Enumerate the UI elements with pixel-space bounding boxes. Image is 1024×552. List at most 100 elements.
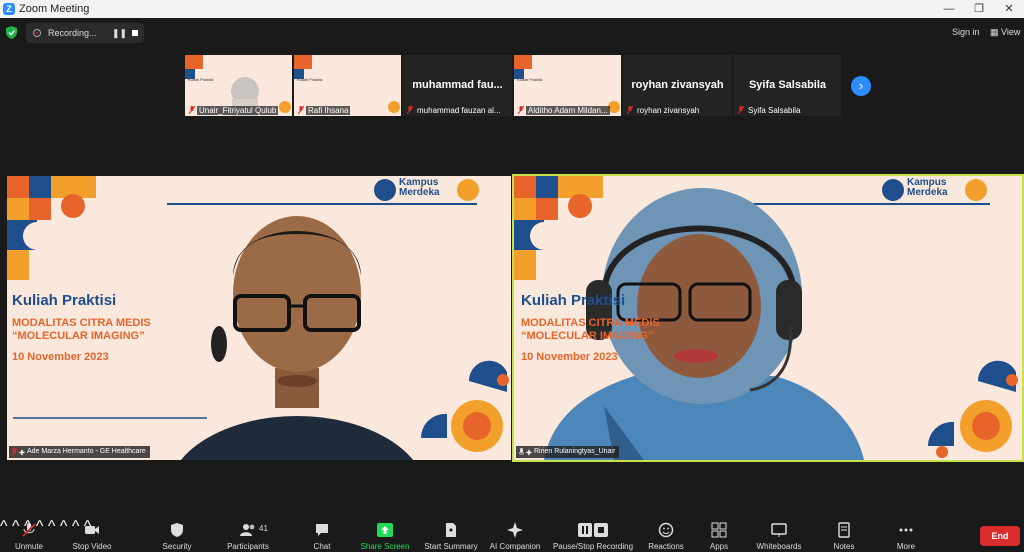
summary-document-icon xyxy=(446,523,456,537)
whiteboards-label: Whiteboards xyxy=(756,542,802,551)
window-title: Zoom Meeting xyxy=(19,3,90,15)
participant-display-name: royhan zivansyah xyxy=(631,79,724,91)
chat-bubble-icon xyxy=(316,524,328,536)
window-titlebar: Z Zoom Meeting — ❐ ✕ xyxy=(0,0,1024,18)
view-button[interactable]: ▦ View xyxy=(990,27,1020,38)
slide-heading: Kuliah Praktisi xyxy=(12,292,117,309)
sign-in-link[interactable]: Sign in xyxy=(952,27,980,37)
apps-button[interactable]: Apps xyxy=(704,518,734,552)
maximize-button[interactable]: ❐ xyxy=(964,1,994,17)
slide-date: 10 November 2023 xyxy=(521,351,618,363)
ai-companion-button[interactable]: AI Companion xyxy=(486,518,544,552)
notes-button[interactable]: Notes xyxy=(826,518,862,552)
pause-stop-icon xyxy=(578,523,608,537)
muted-mic-icon xyxy=(22,523,36,537)
reactions-label: Reactions xyxy=(648,542,684,551)
view-label: View xyxy=(1001,27,1021,37)
video-camera-icon xyxy=(85,526,99,534)
zoom-logo-icon: Z xyxy=(3,3,15,15)
participant-name: Rafi Ihsana xyxy=(306,106,351,115)
meeting-toolbar: Unmute ^ Stop Video ^ Security Participa… xyxy=(0,518,1024,552)
chevron-right-icon[interactable]: › xyxy=(851,76,871,96)
more-label: More xyxy=(896,542,916,551)
participant-tile[interactable]: royhan zivansyah royhan zivansyah xyxy=(623,55,732,116)
muted-mic-icon xyxy=(627,106,633,114)
apps-label: Apps xyxy=(709,542,729,551)
participant-tile[interactable]: Kuliah Praktisi Unair_Fitriyatul Qulub xyxy=(185,55,292,116)
unmute-button[interactable]: Unmute xyxy=(4,518,54,552)
participant-tile[interactable]: Syifa Salsabila Syifa Salsabila xyxy=(734,55,841,116)
slide-subtitle-line1: MODALITAS CITRA MEDIS xyxy=(12,317,151,329)
more-button[interactable]: More xyxy=(886,518,926,552)
security-label: Security xyxy=(162,542,192,551)
notes-label: Notes xyxy=(833,542,855,551)
muted-mic-icon xyxy=(518,106,524,114)
participant-name: royhan zivansyah xyxy=(637,106,700,115)
speaker-tile-right[interactable]: Kampus Merdeka Kuliah Praktisi MODALITAS … xyxy=(512,174,1024,462)
recording-label: Recording... xyxy=(48,28,97,38)
slide-subtitle-line1: MODALITAS CITRA MEDIS xyxy=(521,317,660,329)
muted-mic-icon xyxy=(407,106,413,114)
smiley-icon xyxy=(658,522,674,538)
grid-view-icon: ▦ xyxy=(990,27,1002,37)
muted-mic-icon xyxy=(298,106,304,114)
pause-recording-button[interactable]: ❚❚ xyxy=(112,28,127,39)
participants-count: 41 xyxy=(259,524,268,533)
muted-mic-icon xyxy=(738,106,744,114)
participant-name: Syifa Salsabila xyxy=(748,106,801,115)
sparkle-icon xyxy=(507,522,523,538)
chat-label: Chat xyxy=(313,542,331,551)
encryption-shield-icon[interactable] xyxy=(6,26,17,39)
slide-thumbnail-text: Kuliah Praktisi xyxy=(517,77,543,82)
apps-icon xyxy=(711,522,727,538)
stop-recording-button[interactable] xyxy=(132,30,138,36)
meeting-topbar: Recording... ❚❚ Sign in ▦ View xyxy=(0,18,1024,48)
chat-button[interactable]: Chat xyxy=(300,518,344,552)
speaker-name: Ade Marza Hermanto - GE Healthcare xyxy=(27,448,146,455)
stop-video-label: Stop Video xyxy=(72,542,112,551)
minimize-button[interactable]: — xyxy=(934,1,964,17)
slide-thumbnail-text: Kuliah Praktisi xyxy=(297,77,323,82)
close-button[interactable]: ✕ xyxy=(994,1,1024,17)
mic-icon xyxy=(519,448,524,455)
participant-tile[interactable]: Kuliah Praktisi Rafi Ihsana xyxy=(294,55,401,116)
pause-stop-recording-button[interactable]: Pause/Stop Recording xyxy=(550,518,636,552)
share-screen-icon xyxy=(377,523,393,537)
stop-video-button[interactable]: Stop Video xyxy=(64,518,120,552)
slide-heading: Kuliah Praktisi xyxy=(521,292,626,309)
participant-name: Alditho Adam Mildan... xyxy=(526,106,610,115)
slide-subtitle-line2: “MOLECULAR IMAGING” xyxy=(521,330,654,342)
recording-indicator: Recording... ❚❚ xyxy=(26,23,144,43)
participant-tile[interactable]: Kuliah Praktisi Alditho Adam Mildan... xyxy=(514,55,621,116)
reactions-button[interactable]: Reactions xyxy=(644,518,688,552)
muted-mic-icon xyxy=(12,448,17,456)
pin-icon: ✚ xyxy=(526,450,532,457)
unmute-label: Unmute xyxy=(14,542,43,551)
whiteboards-button[interactable]: Whiteboards xyxy=(752,518,806,552)
security-shield-icon xyxy=(171,523,183,537)
slide-thumbnail-text: Kuliah Praktisi xyxy=(188,77,214,82)
participant-tile[interactable]: muhammad fau... muhammad fauzan al... xyxy=(403,55,512,116)
end-meeting-button[interactable]: End xyxy=(980,526,1020,546)
muted-mic-icon xyxy=(189,106,195,114)
speaker-name: Ririen Rulaningtyas_Unair xyxy=(534,448,616,455)
participant-display-name: muhammad fau... xyxy=(412,79,503,91)
pause-stop-recording-label: Pause/Stop Recording xyxy=(552,542,634,551)
pin-icon: ✚ xyxy=(19,450,25,457)
whiteboard-icon xyxy=(771,523,787,537)
kampus-merdeka-logo: Kampus Merdeka xyxy=(907,177,948,198)
share-screen-button[interactable]: Share Screen xyxy=(358,518,412,552)
participant-name: muhammad fauzan al... xyxy=(417,106,501,115)
security-button[interactable]: Security xyxy=(152,518,202,552)
participants-icon xyxy=(240,524,255,536)
notes-icon xyxy=(838,522,850,538)
speaker-tile-left[interactable]: Kampus Merdeka Kuliah Praktisi MODALITAS … xyxy=(7,176,511,460)
more-dots-icon xyxy=(899,528,913,532)
slide-subtitle-line2: “MOLECULAR IMAGING” xyxy=(12,330,145,342)
share-screen-label: Share Screen xyxy=(360,542,410,551)
ai-companion-label: AI Companion xyxy=(489,542,541,551)
start-summary-button[interactable]: Start Summary xyxy=(420,518,482,552)
speaker-name-tag: ✚ Ade Marza Hermanto - GE Healthcare xyxy=(9,446,150,458)
kampus-merdeka-logo: Kampus Merdeka xyxy=(399,177,440,198)
participant-display-name: Syifa Salsabila xyxy=(748,79,827,91)
